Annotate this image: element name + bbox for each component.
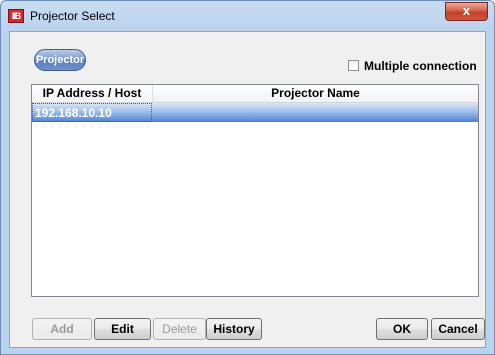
projector-tab[interactable]: Projector xyxy=(34,49,86,71)
projector-name-cell[interactable] xyxy=(153,103,478,122)
cancel-button[interactable]: Cancel xyxy=(431,318,485,340)
delete-button[interactable]: Delete xyxy=(153,318,206,340)
edit-button[interactable]: Edit xyxy=(94,318,151,340)
ok-button[interactable]: OK xyxy=(376,318,428,340)
history-button[interactable]: History xyxy=(206,318,262,340)
add-button[interactable]: Add xyxy=(32,318,92,340)
projector-select-window: IIB Projector Select x Projector Multipl… xyxy=(0,0,495,355)
table-row[interactable]: 192.168.10.10 xyxy=(32,103,478,122)
close-button[interactable]: x xyxy=(445,2,488,21)
projector-table: IP Address / Host Projector Name 192.168… xyxy=(31,84,479,297)
multiple-connection-label: Multiple connection xyxy=(364,59,477,73)
column-header-ip[interactable]: IP Address / Host xyxy=(32,85,153,102)
ip-address-cell[interactable]: 192.168.10.10 xyxy=(32,103,152,122)
table-header: IP Address / Host Projector Name xyxy=(32,85,478,103)
window-title: Projector Select xyxy=(30,9,115,23)
dialog-body: Projector Multiple connection IP Address… xyxy=(9,31,486,348)
checkbox-box[interactable] xyxy=(348,60,359,71)
column-header-name[interactable]: Projector Name xyxy=(153,85,478,102)
app-icon: IIB xyxy=(8,9,24,23)
title-bar[interactable]: IIB Projector Select x xyxy=(1,1,494,31)
